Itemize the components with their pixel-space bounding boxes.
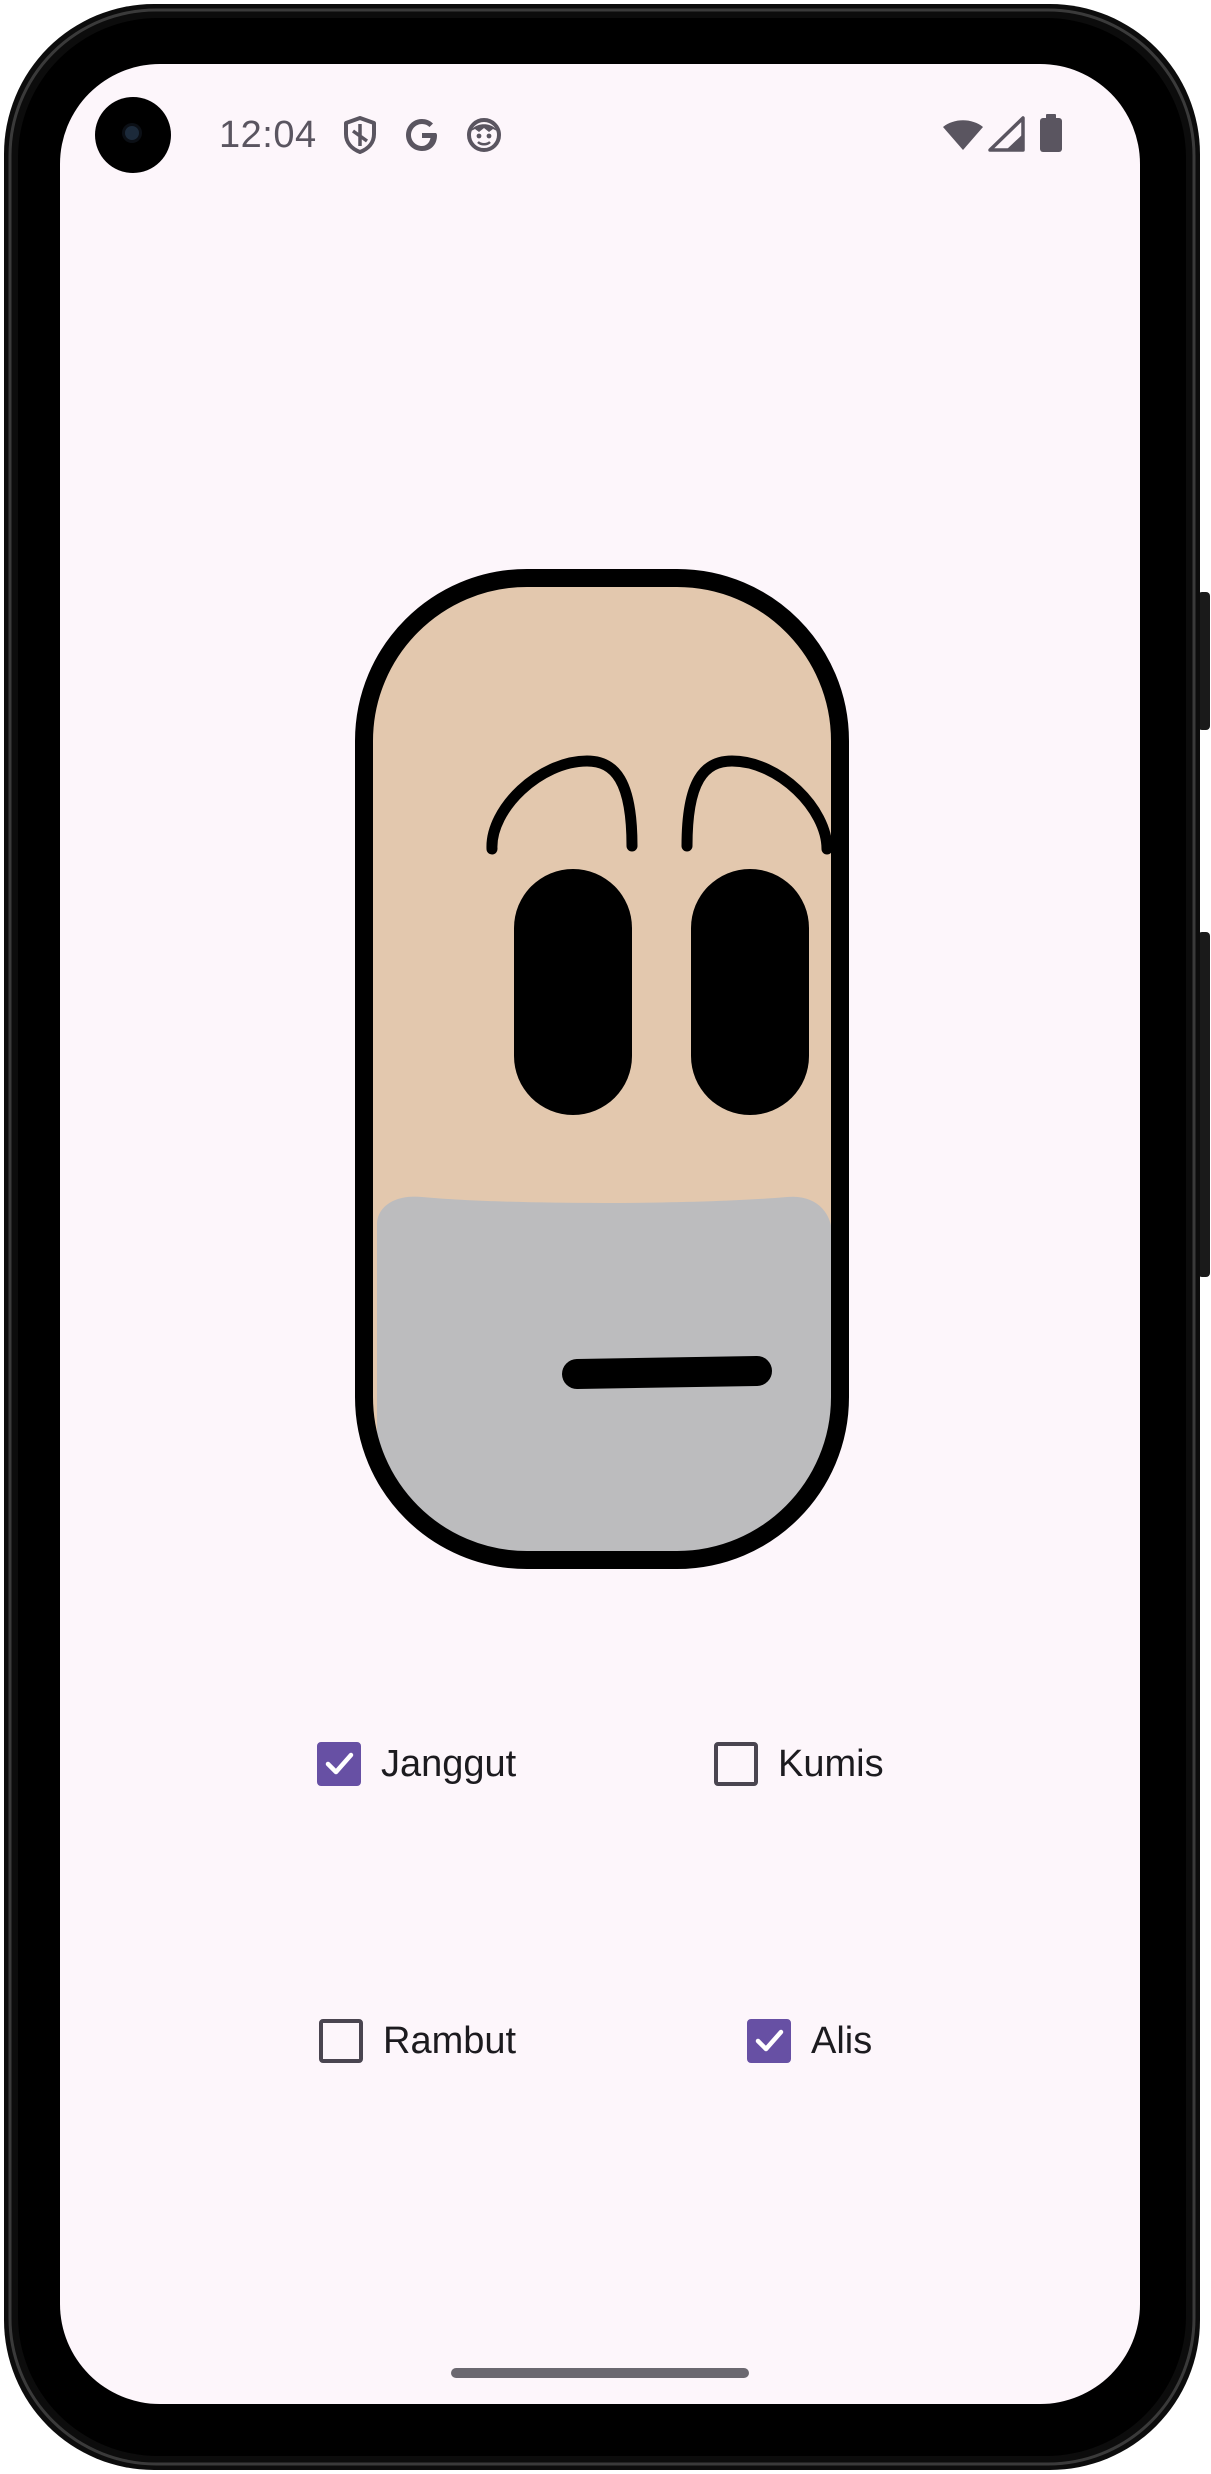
- kumis-label[interactable]: Kumis: [778, 1743, 884, 1786]
- option-janggut[interactable]: Janggut: [317, 1734, 516, 1794]
- screen: 12:04 Janggut Kumis Rambut Alis: [60, 64, 1140, 2404]
- kumis-checkbox[interactable]: [714, 1742, 758, 1786]
- face-illustration: [355, 569, 849, 1569]
- option-alis[interactable]: Alis: [747, 2011, 872, 2071]
- mouth: [562, 1356, 772, 1389]
- alis-checkbox[interactable]: [747, 2019, 791, 2063]
- google-icon: [406, 119, 437, 151]
- checkmark-icon: [755, 2029, 784, 2052]
- device: 12:04 Janggut Kumis Rambut Alis: [0, 0, 1211, 2474]
- left-eye: [514, 869, 632, 1115]
- right-eye: [691, 869, 809, 1115]
- rambut-checkbox[interactable]: [319, 2019, 363, 2063]
- option-rambut[interactable]: Rambut: [319, 2011, 516, 2071]
- checkmark-icon: [325, 1752, 354, 1775]
- shield-icon: [344, 116, 376, 154]
- home-indicator[interactable]: [451, 2368, 749, 2378]
- wifi-icon: [943, 120, 983, 150]
- battery-icon: [1040, 114, 1062, 152]
- janggut-checkbox[interactable]: [317, 1742, 361, 1786]
- front-camera: [95, 97, 171, 173]
- option-kumis[interactable]: Kumis: [714, 1734, 884, 1794]
- status-time: 12:04: [219, 114, 317, 156]
- status-bar: 12:04: [60, 64, 1140, 214]
- janggut-label[interactable]: Janggut: [381, 1743, 516, 1786]
- alis-label[interactable]: Alis: [811, 2020, 872, 2063]
- face-notification-icon: [467, 118, 501, 152]
- rambut-label[interactable]: Rambut: [383, 2020, 516, 2063]
- signal-icon: [988, 116, 1025, 152]
